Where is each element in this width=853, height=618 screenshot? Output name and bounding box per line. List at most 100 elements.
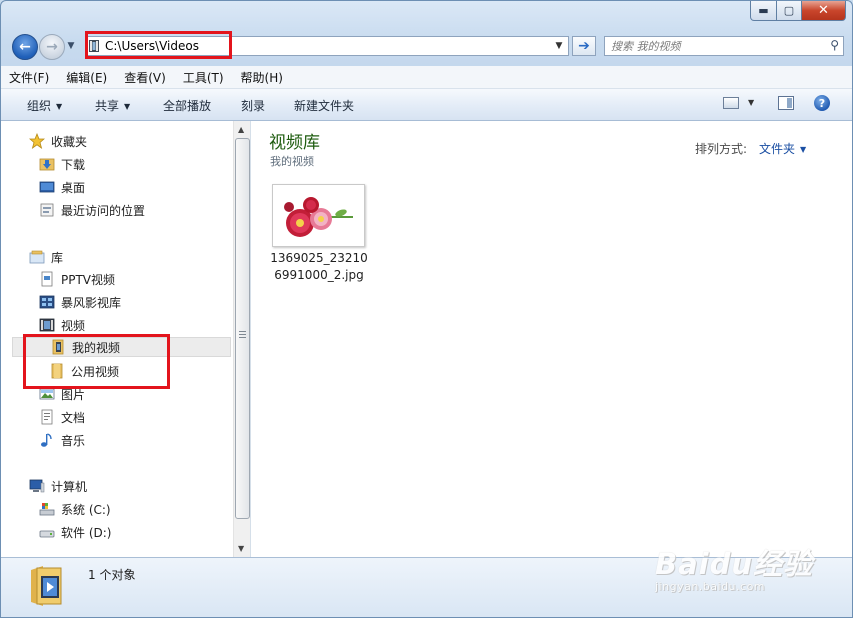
nav-my-videos-label: 我的视频 [72,340,121,355]
nav-desktop[interactable]: 桌面 [39,177,85,197]
video-folder-icon [52,339,64,355]
nav-pictures[interactable]: 图片 [39,384,85,404]
nav-recent-places-label: 最近访问的位置 [61,203,146,218]
desktop-icon [39,181,55,193]
nav-desktop-label: 桌面 [61,180,86,195]
change-view-icon[interactable] [723,97,739,109]
nav-pptv-video-label: PPTV视频 [61,272,116,287]
flower-thumbnail-icon [273,185,364,246]
status-text: 1 个对象 [88,568,136,582]
nav-drive-d-label: 软件 (D:) [61,525,112,540]
status-bar: 1 个对象 [1,557,852,617]
video-folder-icon [89,40,99,52]
nav-public-videos[interactable]: 公用视频 [49,361,119,381]
computer-icon [29,479,45,493]
folder-icon [51,363,63,379]
menu-bar: 文件(F) 编辑(E) 查看(V) 工具(T) 帮助(H) [1,66,852,89]
help-icon[interactable]: ? [814,95,830,111]
minimize-button[interactable]: ▬ [750,1,777,21]
menu-edit[interactable]: 编辑(E) [58,69,116,86]
system-drive-icon [39,503,55,516]
nav-downloads[interactable]: 下载 [39,154,85,174]
nav-drive-d[interactable]: 软件 (D:) [39,522,111,542]
scroll-down-icon[interactable]: ▼ [238,544,244,553]
menu-file[interactable]: 文件(F) [1,69,58,86]
nav-drive-c-label: 系统 (C:) [61,502,111,517]
menu-help[interactable]: 帮助(H) [233,69,292,86]
menu-view[interactable]: 查看(V) [116,69,175,86]
downloads-folder-icon [39,158,55,171]
recent-places-icon [40,203,54,217]
command-bar: 组织 ▼ 共享 ▼ 全部播放 刻录 新建文件夹 ▼ ? [1,89,852,121]
nav-favorites[interactable]: 收藏夹 [29,131,87,151]
video-library-icon [39,295,55,309]
nav-music-label: 音乐 [61,433,86,448]
video-icon [39,318,55,332]
maximize-button[interactable]: ▢ [777,1,802,21]
nav-public-videos-label: 公用视频 [71,364,120,379]
address-dropdown-icon[interactable]: ▼ [552,38,566,54]
library-subtitle: 我的视频 [270,155,314,168]
scroll-up-icon[interactable]: ▲ [238,125,244,134]
nav-videos[interactable]: 视频 [39,315,85,335]
burn-button[interactable]: 刻录 [241,97,265,114]
nav-music[interactable]: 音乐 [39,430,85,450]
drive-icon [39,530,55,538]
nav-baofeng-library[interactable]: 暴风影视库 [39,292,121,312]
back-button[interactable]: ← [12,34,38,60]
file-thumbnail[interactable] [272,184,365,247]
play-all-button[interactable]: 全部播放 [163,97,211,114]
view-options-dropdown[interactable]: ▼ [748,98,754,107]
forward-button[interactable]: → [39,34,65,60]
nav-baofeng-library-label: 暴风影视库 [61,295,122,310]
go-button[interactable]: ➔ [572,36,596,56]
arrange-by-dropdown[interactable]: 文件夹 ▼ [759,140,806,157]
nav-recent-places[interactable]: 最近访问的位置 [39,200,145,220]
recent-pages-dropdown[interactable]: ▼ [65,39,77,53]
chevron-down-icon: ▼ [124,102,131,111]
share-button[interactable]: 共享 ▼ [95,97,130,114]
search-icon[interactable]: ⚲ [830,38,839,52]
nav-documents-label: 文档 [61,410,86,425]
nav-libraries-label: 库 [51,250,64,265]
chevron-down-icon: ▼ [56,102,63,111]
navigation-pane: 收藏夹 下载 桌面 最近访问的位置 库 PPTV视频 暴风影视库 视频 我的视频… [1,121,233,557]
library-title: 视频库 [269,133,320,153]
nav-documents[interactable]: 文档 [39,407,85,427]
close-button[interactable]: ✕ [802,1,846,21]
arrange-by-value: 文件夹 [759,142,796,156]
preview-pane-icon[interactable] [778,96,794,110]
chevron-down-icon: ▼ [800,145,807,154]
nav-computer[interactable]: 计算机 [29,476,87,496]
organize-button[interactable]: 组织 ▼ [27,97,62,114]
nav-favorites-label: 收藏夹 [51,134,88,149]
arrange-by-label: 排列方式: [695,142,748,156]
video-folder-icon [31,566,62,606]
address-path: C:\Users\Videos [105,39,199,53]
search-box[interactable]: ⚲ [604,36,844,56]
nav-my-videos[interactable]: 我的视频 [12,337,231,357]
menu-tools[interactable]: 工具(T) [175,69,233,86]
address-bar[interactable]: C:\Users\Videos ▼ [85,36,569,56]
documents-icon [41,409,53,425]
nav-drive-c[interactable]: 系统 (C:) [39,499,111,519]
nav-pptv-video[interactable]: PPTV视频 [39,269,115,289]
scroll-thumb[interactable] [235,138,250,519]
document-icon [41,271,53,287]
pictures-icon [39,388,55,400]
music-icon [41,433,52,447]
search-input[interactable] [611,38,816,54]
nav-downloads-label: 下载 [61,157,86,172]
library-icon [29,250,45,264]
star-icon [29,133,45,149]
organize-label: 组织 [27,99,52,113]
scroll-grip-icon [239,331,246,338]
nav-computer-label: 计算机 [51,479,88,494]
caption-buttons: ▬ ▢ ✕ [750,1,846,21]
nav-scrollbar[interactable]: ▲ ▼ [233,121,251,557]
content-pane: 视频库 我的视频 排列方式: 文件夹 ▼ 1369025_23210699100… [250,121,852,557]
nav-pictures-label: 图片 [61,387,86,402]
new-folder-button[interactable]: 新建文件夹 [294,97,354,114]
nav-libraries[interactable]: 库 [29,247,63,267]
file-name-label[interactable]: 1369025_232106991000_2.jpg [269,250,369,284]
